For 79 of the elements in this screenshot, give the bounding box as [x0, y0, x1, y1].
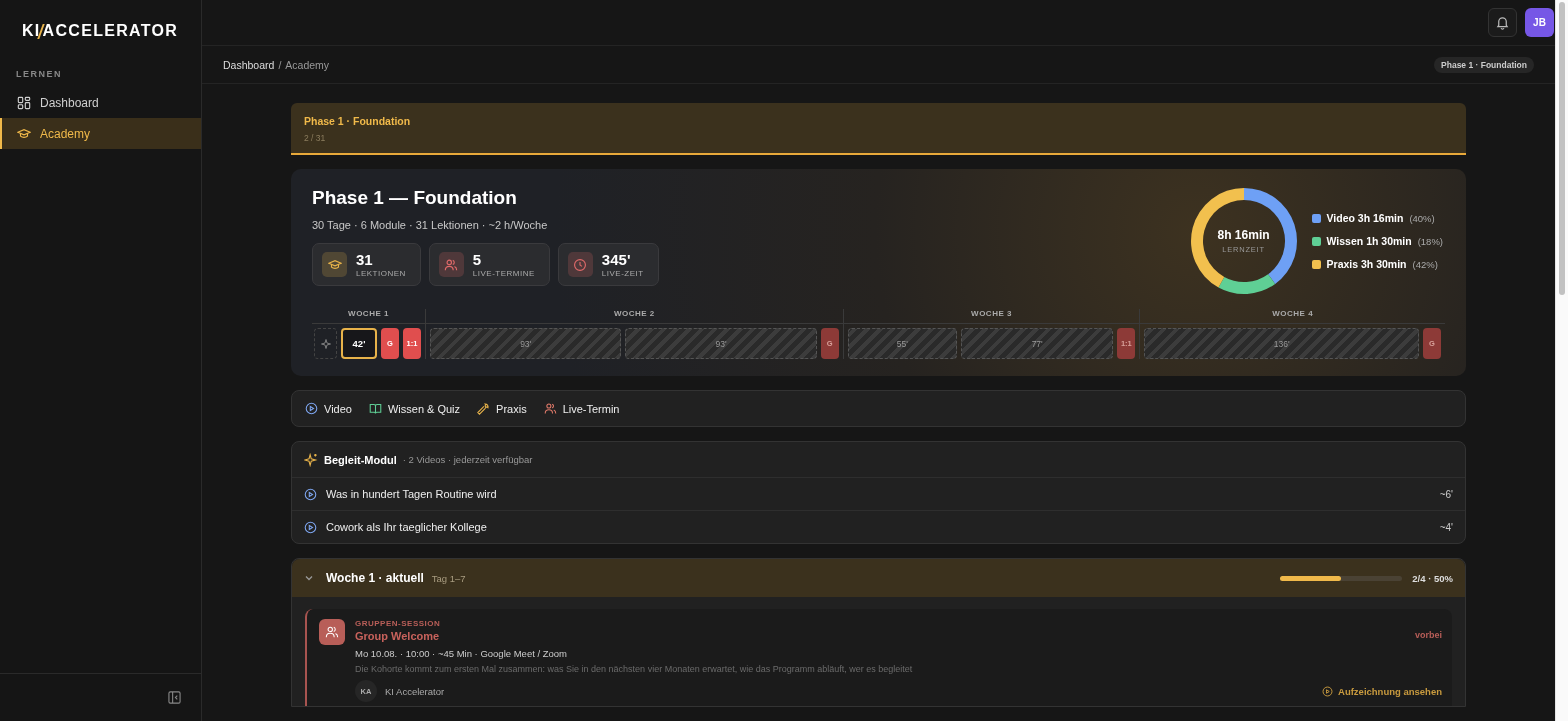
stat-value: 31 — [356, 251, 374, 268]
module-title: Begleit-Modul — [324, 453, 397, 466]
lesson-row[interactable]: Was in hundert Tagen Routine wird ~6' — [292, 478, 1465, 511]
section-label: LERNEN — [15, 68, 62, 81]
legend-label: Video 3h 16min — [1326, 212, 1404, 224]
phase-heading: Phase 1 — Foundation — [312, 187, 518, 209]
week-label: WOCHE 2 — [426, 309, 843, 324]
week-header[interactable]: Woche 1 · aktuell Tag 1–7 2/4 · 50% — [292, 559, 1465, 597]
notifications-button[interactable] — [1488, 8, 1517, 37]
legend-share: (40%) — [1409, 212, 1435, 224]
legend-share: (18%) — [1417, 235, 1443, 247]
stat-label: LIVE-TERMINE — [472, 269, 535, 278]
bonus-segment[interactable] — [314, 328, 337, 359]
stat-label: LIVE-ZEIT — [601, 269, 644, 278]
phase-title: Phase 1 · Foundation — [304, 115, 412, 127]
stat-value: 5 — [472, 251, 483, 268]
lesson-title: Was in hundert Tagen Routine wird — [326, 488, 498, 500]
phase-summary: 30 Tage · 6 Module · 31 Lektionen · ~2 h/Woche — [312, 219, 549, 231]
phase-badge: Phase 1 · Foundation — [1434, 56, 1534, 73]
play-icon — [1322, 685, 1333, 697]
week-progress: 2/4 · 50% — [1412, 572, 1453, 584]
stat-value: 345' — [601, 251, 632, 268]
host-name: KI Accelerator — [385, 685, 445, 697]
locked-day-segment[interactable]: 55' — [847, 328, 958, 359]
legend-label: Praxis 3h 30min — [1326, 258, 1407, 270]
breadcrumb-current: Academy — [285, 58, 330, 71]
graduation-cap-icon — [17, 126, 31, 141]
clock-icon — [567, 252, 593, 277]
locked-day-segment[interactable]: 136' — [1144, 328, 1419, 359]
current-day-segment[interactable]: 42' — [341, 328, 377, 359]
bell-icon — [1495, 15, 1510, 30]
wrench-icon — [477, 402, 491, 415]
breadcrumb-separator: / — [278, 58, 282, 71]
lesson-title: Cowork als Ihr taeglicher Kollege — [326, 521, 488, 533]
people-icon — [543, 402, 557, 415]
session-status: vorbei — [1415, 630, 1442, 640]
week-title: Woche 1 · aktuell — [326, 571, 424, 585]
brand-logo: KI ACCELERATOR — [21, 21, 179, 41]
legend-label: Wissen 1h 30min — [1326, 235, 1412, 247]
week-label: WOCHE 4 — [1140, 309, 1445, 324]
play-icon — [305, 402, 318, 415]
stat-label: LEKTIONEN — [356, 269, 406, 278]
legend-item-label: Wissen & Quiz — [387, 402, 461, 415]
week-days: Tag 1–7 — [431, 572, 466, 584]
user-avatar[interactable]: JB — [1525, 8, 1554, 37]
people-icon — [319, 619, 345, 645]
lesson-row[interactable]: Cowork als Ihr taeglicher Kollege ~4' — [292, 511, 1465, 543]
book-icon — [368, 402, 382, 415]
chevron-icon — [304, 573, 314, 583]
lesson-duration: ~6' — [1439, 488, 1453, 500]
collapse-sidebar-icon[interactable] — [168, 691, 181, 704]
sparkle-icon — [319, 337, 332, 350]
session-meta: Mo 10.08. · 10:00 · ~45 Min · Google Meet / Zoom — [355, 648, 568, 659]
lesson-duration: ~4' — [1439, 521, 1453, 533]
sidebar-item[interactable]: Dashboard — [0, 87, 201, 118]
play-icon — [304, 487, 317, 501]
week-label: WOCHE 3 — [843, 309, 1140, 324]
locked-day-segment[interactable]: 93' — [625, 328, 817, 359]
sidebar-item[interactable]: Academy — [0, 118, 201, 149]
session-type: GRUPPEN-SESSION — [355, 619, 441, 628]
module-meta: · 2 Videos · jederzeit verfügbar — [402, 454, 533, 465]
play-icon — [304, 520, 317, 534]
legend-item-label: Video — [324, 402, 352, 415]
locked-day-segment[interactable]: 77' — [961, 328, 1114, 359]
locked-day-segment[interactable]: 93' — [430, 328, 622, 359]
legend-share: (42%) — [1412, 258, 1438, 270]
people-icon — [438, 252, 464, 277]
sparkle-icon — [304, 452, 318, 467]
total-time: 8h 16min — [1217, 228, 1270, 242]
legend-item-label: Live-Termin — [562, 402, 620, 415]
recording-link[interactable]: Aufzeichnung ansehen — [1322, 685, 1442, 697]
breadcrumb-link[interactable]: Dashboard — [223, 58, 275, 71]
scrollbar[interactable] — [1555, 0, 1568, 721]
session-title: Group Welcome — [355, 630, 441, 642]
session-description: Die Kohorte kommt zum ersten Mal zusammen: was Sie in den nächsten vier Monaten erwartet, wie das Programm abläuft, wer es begleitet — [355, 664, 914, 674]
grid-icon — [17, 95, 31, 110]
week-label: WOCHE 1 — [312, 309, 425, 324]
graduation-cap-icon — [322, 252, 347, 277]
legend-item-label: Praxis — [496, 402, 527, 415]
